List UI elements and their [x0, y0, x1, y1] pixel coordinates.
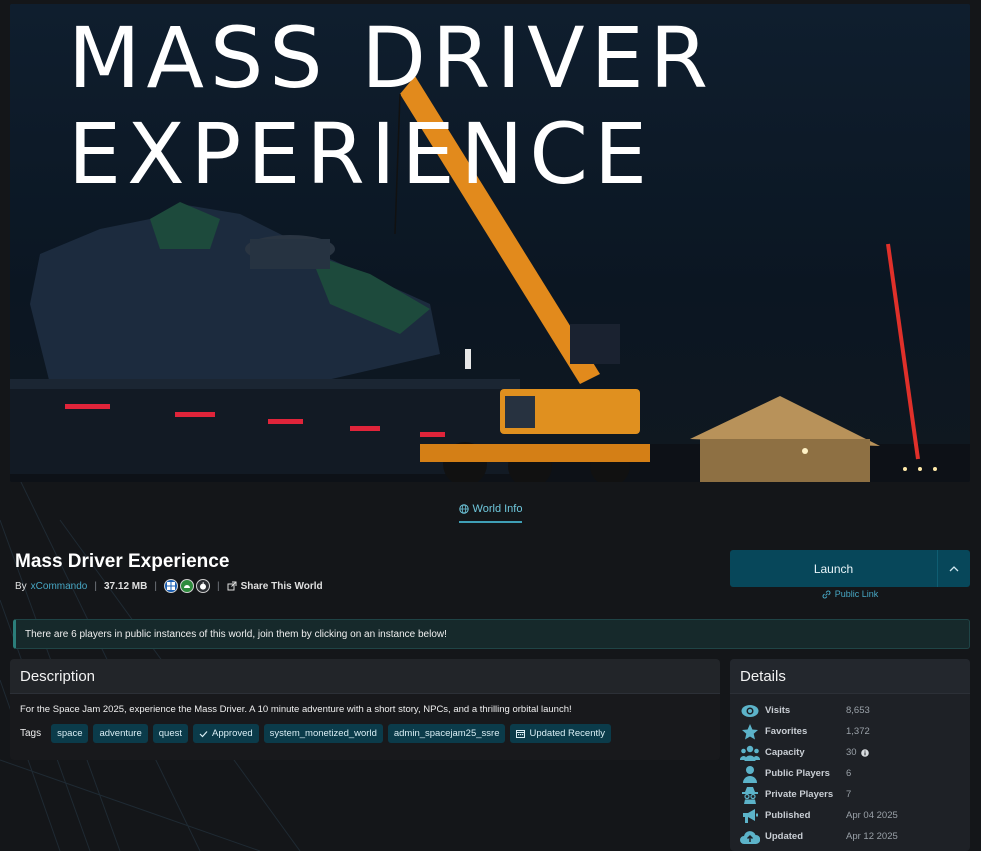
- detail-value: Apr 04 2025: [846, 810, 898, 821]
- description-header: Description: [10, 659, 720, 694]
- tag-space[interactable]: space: [51, 724, 89, 743]
- public-link-label: Public Link: [834, 589, 879, 599]
- windows-icon: [163, 579, 178, 593]
- incognito-icon: [740, 785, 760, 805]
- tab-world-info-label: World Info: [472, 503, 523, 515]
- detail-label: Private Players: [765, 789, 834, 800]
- detail-label: Capacity: [765, 747, 805, 758]
- tag-label: adventure: [99, 728, 142, 739]
- description-panel: Description For the Space Jam 2025, expe…: [10, 659, 720, 760]
- public-link[interactable]: Public Link: [730, 589, 970, 599]
- launch-button[interactable]: Launch: [730, 550, 937, 587]
- detail-value: 30: [846, 747, 857, 758]
- chevron-up-icon: [949, 566, 959, 572]
- detail-row-private-players: Private Players 7: [740, 784, 970, 805]
- detail-label: Favorites: [765, 726, 808, 737]
- tag-system-monetized-world[interactable]: system_monetized_world: [263, 724, 383, 743]
- detail-row-public-players: Public Players 6: [740, 763, 970, 784]
- tag-label: space: [57, 728, 83, 739]
- tag-adventure[interactable]: adventure: [93, 724, 148, 743]
- players-notice: There are 6 players in public instances …: [13, 619, 970, 649]
- detail-row-visits: Visits 8,653: [740, 700, 970, 721]
- hero-title-line-2: EXPERIENCE: [68, 105, 654, 203]
- detail-row-published: Published Apr 04 2025: [740, 805, 970, 826]
- star-icon: [740, 722, 760, 742]
- detail-label: Visits: [765, 705, 791, 716]
- details-list: Visits 8,653 Favorites 1,372 Capacity 30: [730, 694, 970, 847]
- detail-value: 6: [846, 768, 852, 779]
- detail-row-favorites: Favorites 1,372: [740, 721, 970, 742]
- calendar-icon: [516, 730, 526, 738]
- android-icon: [179, 579, 194, 593]
- tag-approved[interactable]: Approved: [193, 724, 259, 743]
- apple-icon: [195, 579, 210, 593]
- share-icon: [227, 581, 237, 591]
- check-icon: [199, 730, 208, 737]
- share-label: Share This World: [240, 580, 323, 592]
- detail-value: 1,372: [846, 726, 870, 737]
- tags-row: Tags space adventure quest Approved syst…: [10, 715, 720, 743]
- tab-world-info[interactable]: World Info: [458, 500, 523, 523]
- launch-options-toggle[interactable]: [937, 550, 970, 587]
- tag-label: admin_spacejam25_ssre: [393, 728, 500, 739]
- details-panel: Details Visits 8,653 Favorites 1,372 Cap…: [730, 659, 970, 851]
- detail-row-capacity: Capacity 30: [740, 742, 970, 763]
- tab-bar: World Info: [0, 500, 981, 523]
- tag-admin-spacejam25-ssre[interactable]: admin_spacejam25_ssre: [387, 724, 506, 743]
- detail-label: Public Players: [765, 768, 830, 779]
- description-text: For the Space Jam 2025, experience the M…: [20, 704, 572, 715]
- detail-value: 7: [846, 789, 852, 800]
- tag-label: system_monetized_world: [269, 728, 377, 739]
- tag-quest[interactable]: quest: [152, 724, 188, 743]
- tags-label: Tags: [20, 728, 42, 739]
- platform-icons: [163, 579, 210, 593]
- detail-value-wrap: 30: [846, 747, 869, 758]
- link-icon: [822, 590, 831, 598]
- tag-label: quest: [158, 728, 182, 739]
- tag-updated-recently[interactable]: Updated Recently: [510, 724, 612, 743]
- detail-label: Published: [765, 810, 811, 821]
- megaphone-icon: [740, 806, 760, 826]
- hero-title-line-1: MASS DRIVER: [68, 9, 715, 107]
- info-icon[interactable]: [860, 748, 869, 757]
- world-meta: By xCommando | 37.12 MB | | Share This W…: [15, 578, 323, 594]
- by-label: By: [15, 580, 27, 592]
- person-icon: [740, 764, 760, 784]
- launch-control: Launch: [730, 550, 970, 587]
- group-icon: [740, 743, 760, 763]
- share-world-button[interactable]: Share This World: [227, 581, 323, 592]
- separator: |: [154, 580, 157, 592]
- hero-banner: MASS DRIVER EXPERIENCE: [10, 4, 970, 482]
- detail-label: Updated: [765, 831, 803, 842]
- cloud-upload-icon: [740, 827, 760, 847]
- detail-row-updated: Updated Apr 12 2025: [740, 826, 970, 847]
- separator: |: [216, 580, 220, 592]
- separator: |: [94, 580, 97, 592]
- detail-value: Apr 12 2025: [846, 831, 898, 842]
- tag-label: Approved: [212, 728, 253, 739]
- author-link[interactable]: xCommando: [31, 581, 88, 592]
- world-size: 37.12 MB: [103, 580, 148, 592]
- hero-title: MASS DRIVER EXPERIENCE: [68, 10, 928, 202]
- tag-label: Updated Recently: [529, 728, 606, 739]
- globe-icon: [458, 504, 469, 514]
- detail-value: 8,653: [846, 705, 870, 716]
- details-header: Details: [730, 659, 970, 694]
- page-title: Mass Driver Experience: [15, 551, 230, 572]
- eye-icon: [740, 701, 760, 721]
